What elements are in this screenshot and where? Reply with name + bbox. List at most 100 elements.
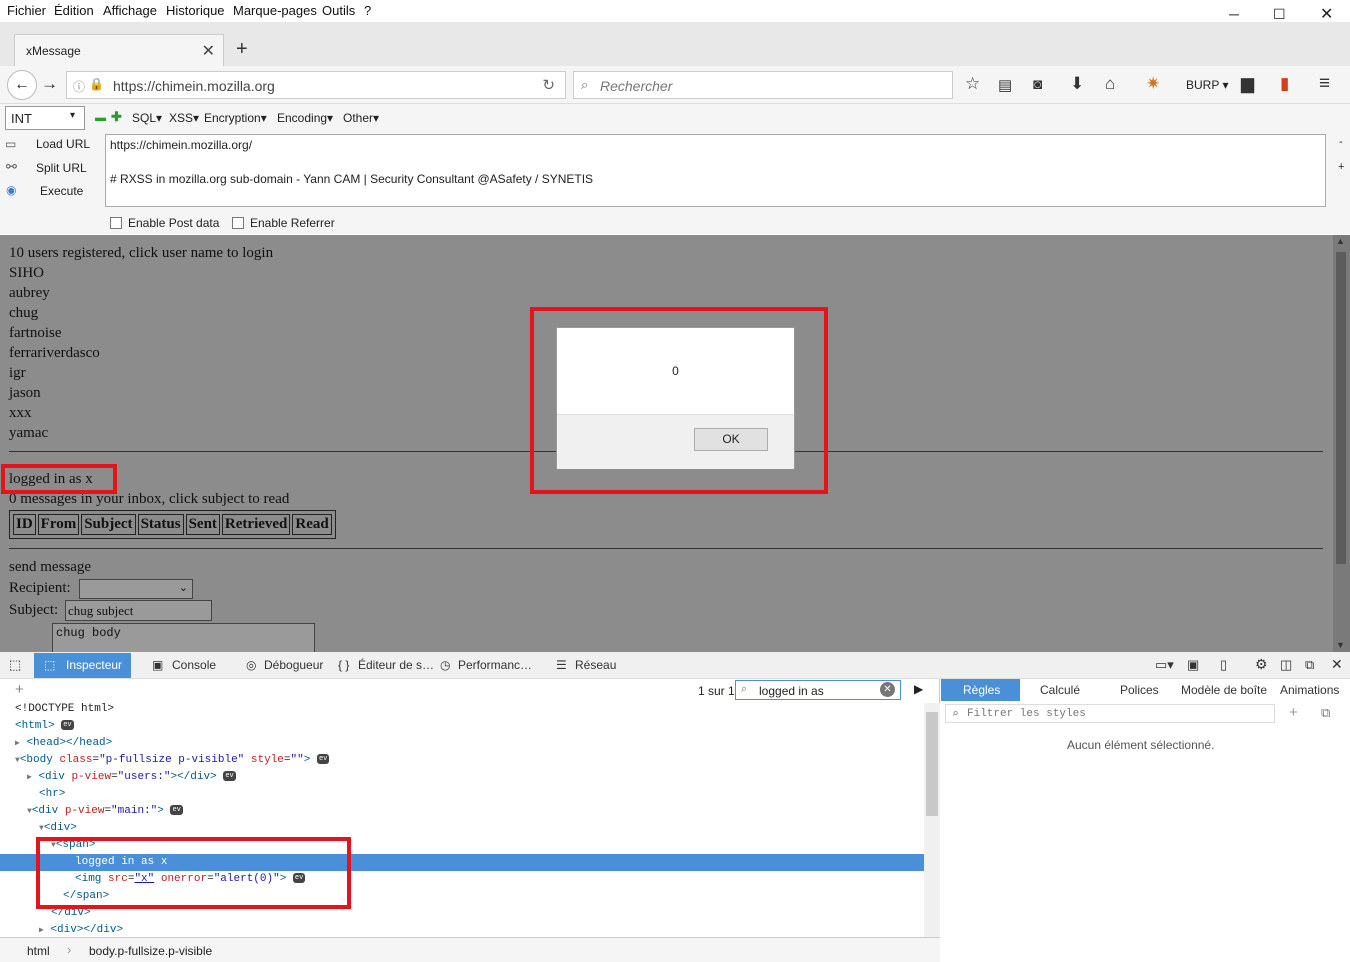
settings-gear-icon[interactable]: ⚙ [1255, 656, 1268, 673]
menu-outils[interactable]: Outils [322, 3, 355, 18]
markup-line[interactable]: ▶ <head></head> [0, 735, 924, 752]
expand-arrow-icon[interactable]: ▶ [15, 739, 20, 748]
pocket-icon[interactable]: ◙ [1033, 76, 1042, 93]
user-link[interactable]: jason [9, 385, 41, 402]
subject-input[interactable]: chug subject [65, 600, 212, 621]
hamburger-menu-icon[interactable]: ≡ [1319, 73, 1330, 95]
markup-line[interactable]: <html> ev [0, 718, 924, 735]
split-url-button[interactable]: Split URL [36, 161, 87, 175]
user-link[interactable]: yamac [9, 425, 48, 442]
encoding-menu[interactable]: Encoding▾ [277, 111, 333, 125]
firebug-icon[interactable]: ✷ [1146, 74, 1160, 94]
filter-styles-input[interactable]: ⌕ Filtrer les styles [945, 704, 1275, 723]
tab-box-model[interactable]: Modèle de boîte [1181, 683, 1267, 697]
maximize-icon[interactable]: ☐ [1273, 6, 1286, 23]
breadcrumb-body[interactable]: body.p-fullsize.p-visible [89, 944, 212, 958]
expand-arrow-icon[interactable]: ▶ [39, 926, 44, 935]
toggle-pseudo-class-icon[interactable]: ⧉ [1321, 705, 1330, 721]
search-bar[interactable]: ⌕ Rechercher [573, 71, 953, 99]
tab-debugger[interactable]: Débogueur [264, 658, 323, 672]
markup-line[interactable]: ▼<div p-view="main:"> ev [0, 803, 924, 820]
minus-icon[interactable]: ▬ [95, 112, 106, 124]
forward-icon[interactable]: → [41, 74, 58, 94]
scroll-up-icon[interactable]: ▲ [1336, 236, 1345, 246]
add-rule-icon[interactable]: + [1289, 704, 1298, 721]
load-url-button[interactable]: Load URL [36, 137, 90, 151]
element-picker-icon[interactable]: ⬚ [9, 657, 21, 673]
toggle-sidebar-icon[interactable]: ▶ [914, 682, 923, 696]
comment-icon[interactable]: ▆ [1241, 74, 1254, 94]
user-link[interactable]: SIHO [9, 265, 44, 282]
bookmark-star-icon[interactable]: ☆ [965, 74, 980, 94]
close-window-icon[interactable]: ✕ [1320, 4, 1333, 24]
expand-arrow-icon[interactable]: ▶ [27, 773, 32, 782]
hackbar-textarea[interactable]: https://chimein.mozilla.org/ # RXSS in m… [105, 134, 1326, 207]
tab-network[interactable]: Réseau [575, 658, 616, 672]
event-badge[interactable]: ev [61, 720, 74, 731]
reading-list-icon[interactable]: ▤ [998, 76, 1012, 94]
scroll-down-icon[interactable]: ▼ [1336, 640, 1345, 650]
user-link[interactable]: igr [9, 365, 26, 382]
menu-affichage[interactable]: Affichage [103, 3, 157, 18]
menu-help[interactable]: ? [364, 3, 371, 18]
tab-xmessage[interactable]: xMessage ✕ [14, 34, 224, 66]
menu-historique[interactable]: Historique [166, 3, 225, 18]
sql-menu[interactable]: SQL▾ [132, 111, 162, 125]
menu-fichier[interactable]: Fichier [7, 3, 46, 18]
xss-menu[interactable]: XSS▾ [169, 111, 199, 125]
markup-line[interactable]: ▶ <div p-view="users:"></div> ev [0, 769, 924, 786]
markup-line[interactable]: ▼<body class="p-fullsize p-visible" styl… [0, 752, 924, 769]
tab-computed[interactable]: Calculé [1040, 683, 1080, 697]
level-select[interactable]: INT ▾ [5, 106, 85, 130]
markup-line[interactable]: <hr> [0, 786, 924, 803]
recipient-select[interactable]: ⌄ [79, 579, 193, 599]
encryption-menu[interactable]: Encryption▾ [204, 111, 267, 125]
markup-line[interactable]: ▼<div> [0, 820, 924, 837]
user-link[interactable]: chug [9, 305, 38, 322]
markup-search-input[interactable]: ⌕ logged in as ✕ [735, 680, 901, 700]
close-devtools-icon[interactable]: ✕ [1331, 656, 1343, 673]
user-link[interactable]: aubrey [9, 285, 50, 302]
url-bar[interactable]: ⓘ 🔒 https://chimein.mozilla.org ↻ [66, 71, 566, 99]
breadcrumb-html[interactable]: html [27, 944, 50, 958]
user-link[interactable]: ferrariverdasco [9, 345, 100, 362]
minimize-icon[interactable]: ─ [1229, 6, 1239, 22]
tab-animations[interactable]: Animations [1280, 683, 1339, 697]
dock-side-icon[interactable]: ◫ [1280, 657, 1292, 673]
reload-icon[interactable]: ↻ [542, 76, 555, 94]
plus-icon[interactable]: ✚ [111, 109, 122, 125]
other-menu[interactable]: Other▾ [343, 111, 379, 125]
menu-marque-pages[interactable]: Marque-pages [233, 3, 317, 18]
tab-performance[interactable]: Performanc… [458, 658, 532, 672]
user-link[interactable]: xxx [9, 405, 32, 422]
execute-button[interactable]: Execute [40, 184, 83, 198]
tab-console[interactable]: Console [172, 658, 216, 672]
event-badge[interactable]: ev [316, 754, 330, 765]
burp-proxy-toggle[interactable]: BURP ▾ [1186, 78, 1228, 92]
undock-icon[interactable]: ⧉ [1305, 657, 1314, 673]
event-badge[interactable]: ev [170, 805, 183, 816]
clear-search-icon[interactable]: ✕ [880, 682, 895, 697]
home-icon[interactable]: ⌂ [1105, 74, 1115, 94]
add-node-icon[interactable]: + [15, 681, 24, 698]
page-scrollbar-thumb[interactable] [1336, 252, 1346, 564]
markup-line[interactable]: <!DOCTYPE html> [0, 701, 924, 718]
body-textarea[interactable]: chug body [52, 623, 315, 652]
addon-icon[interactable]: ▮ [1280, 74, 1289, 94]
back-icon[interactable]: ← [7, 70, 37, 100]
enable-post-checkbox[interactable]: Enable Post data [110, 216, 219, 230]
info-icon[interactable]: ⓘ [73, 78, 85, 95]
split-console-icon[interactable]: ▭▾ [1155, 657, 1174, 673]
download-icon[interactable]: ⬇ [1070, 74, 1084, 94]
menu-edition[interactable]: Édition [54, 3, 94, 18]
shrink-textarea-button[interactable]: - [1339, 136, 1343, 148]
markup-line[interactable]: ▶ <div></div> [0, 922, 924, 937]
tab-fonts[interactable]: Polices [1120, 683, 1159, 697]
markup-scrollbar-thumb[interactable] [926, 712, 938, 816]
responsive-icon[interactable]: ▯ [1220, 657, 1227, 673]
close-tab-icon[interactable]: ✕ [202, 41, 215, 61]
scratchpad-icon[interactable]: ▣ [1187, 657, 1199, 673]
enable-referrer-checkbox[interactable]: Enable Referrer [232, 216, 335, 230]
tab-style-editor[interactable]: Éditeur de s… [358, 658, 434, 672]
user-link[interactable]: fartnoise [9, 325, 61, 342]
